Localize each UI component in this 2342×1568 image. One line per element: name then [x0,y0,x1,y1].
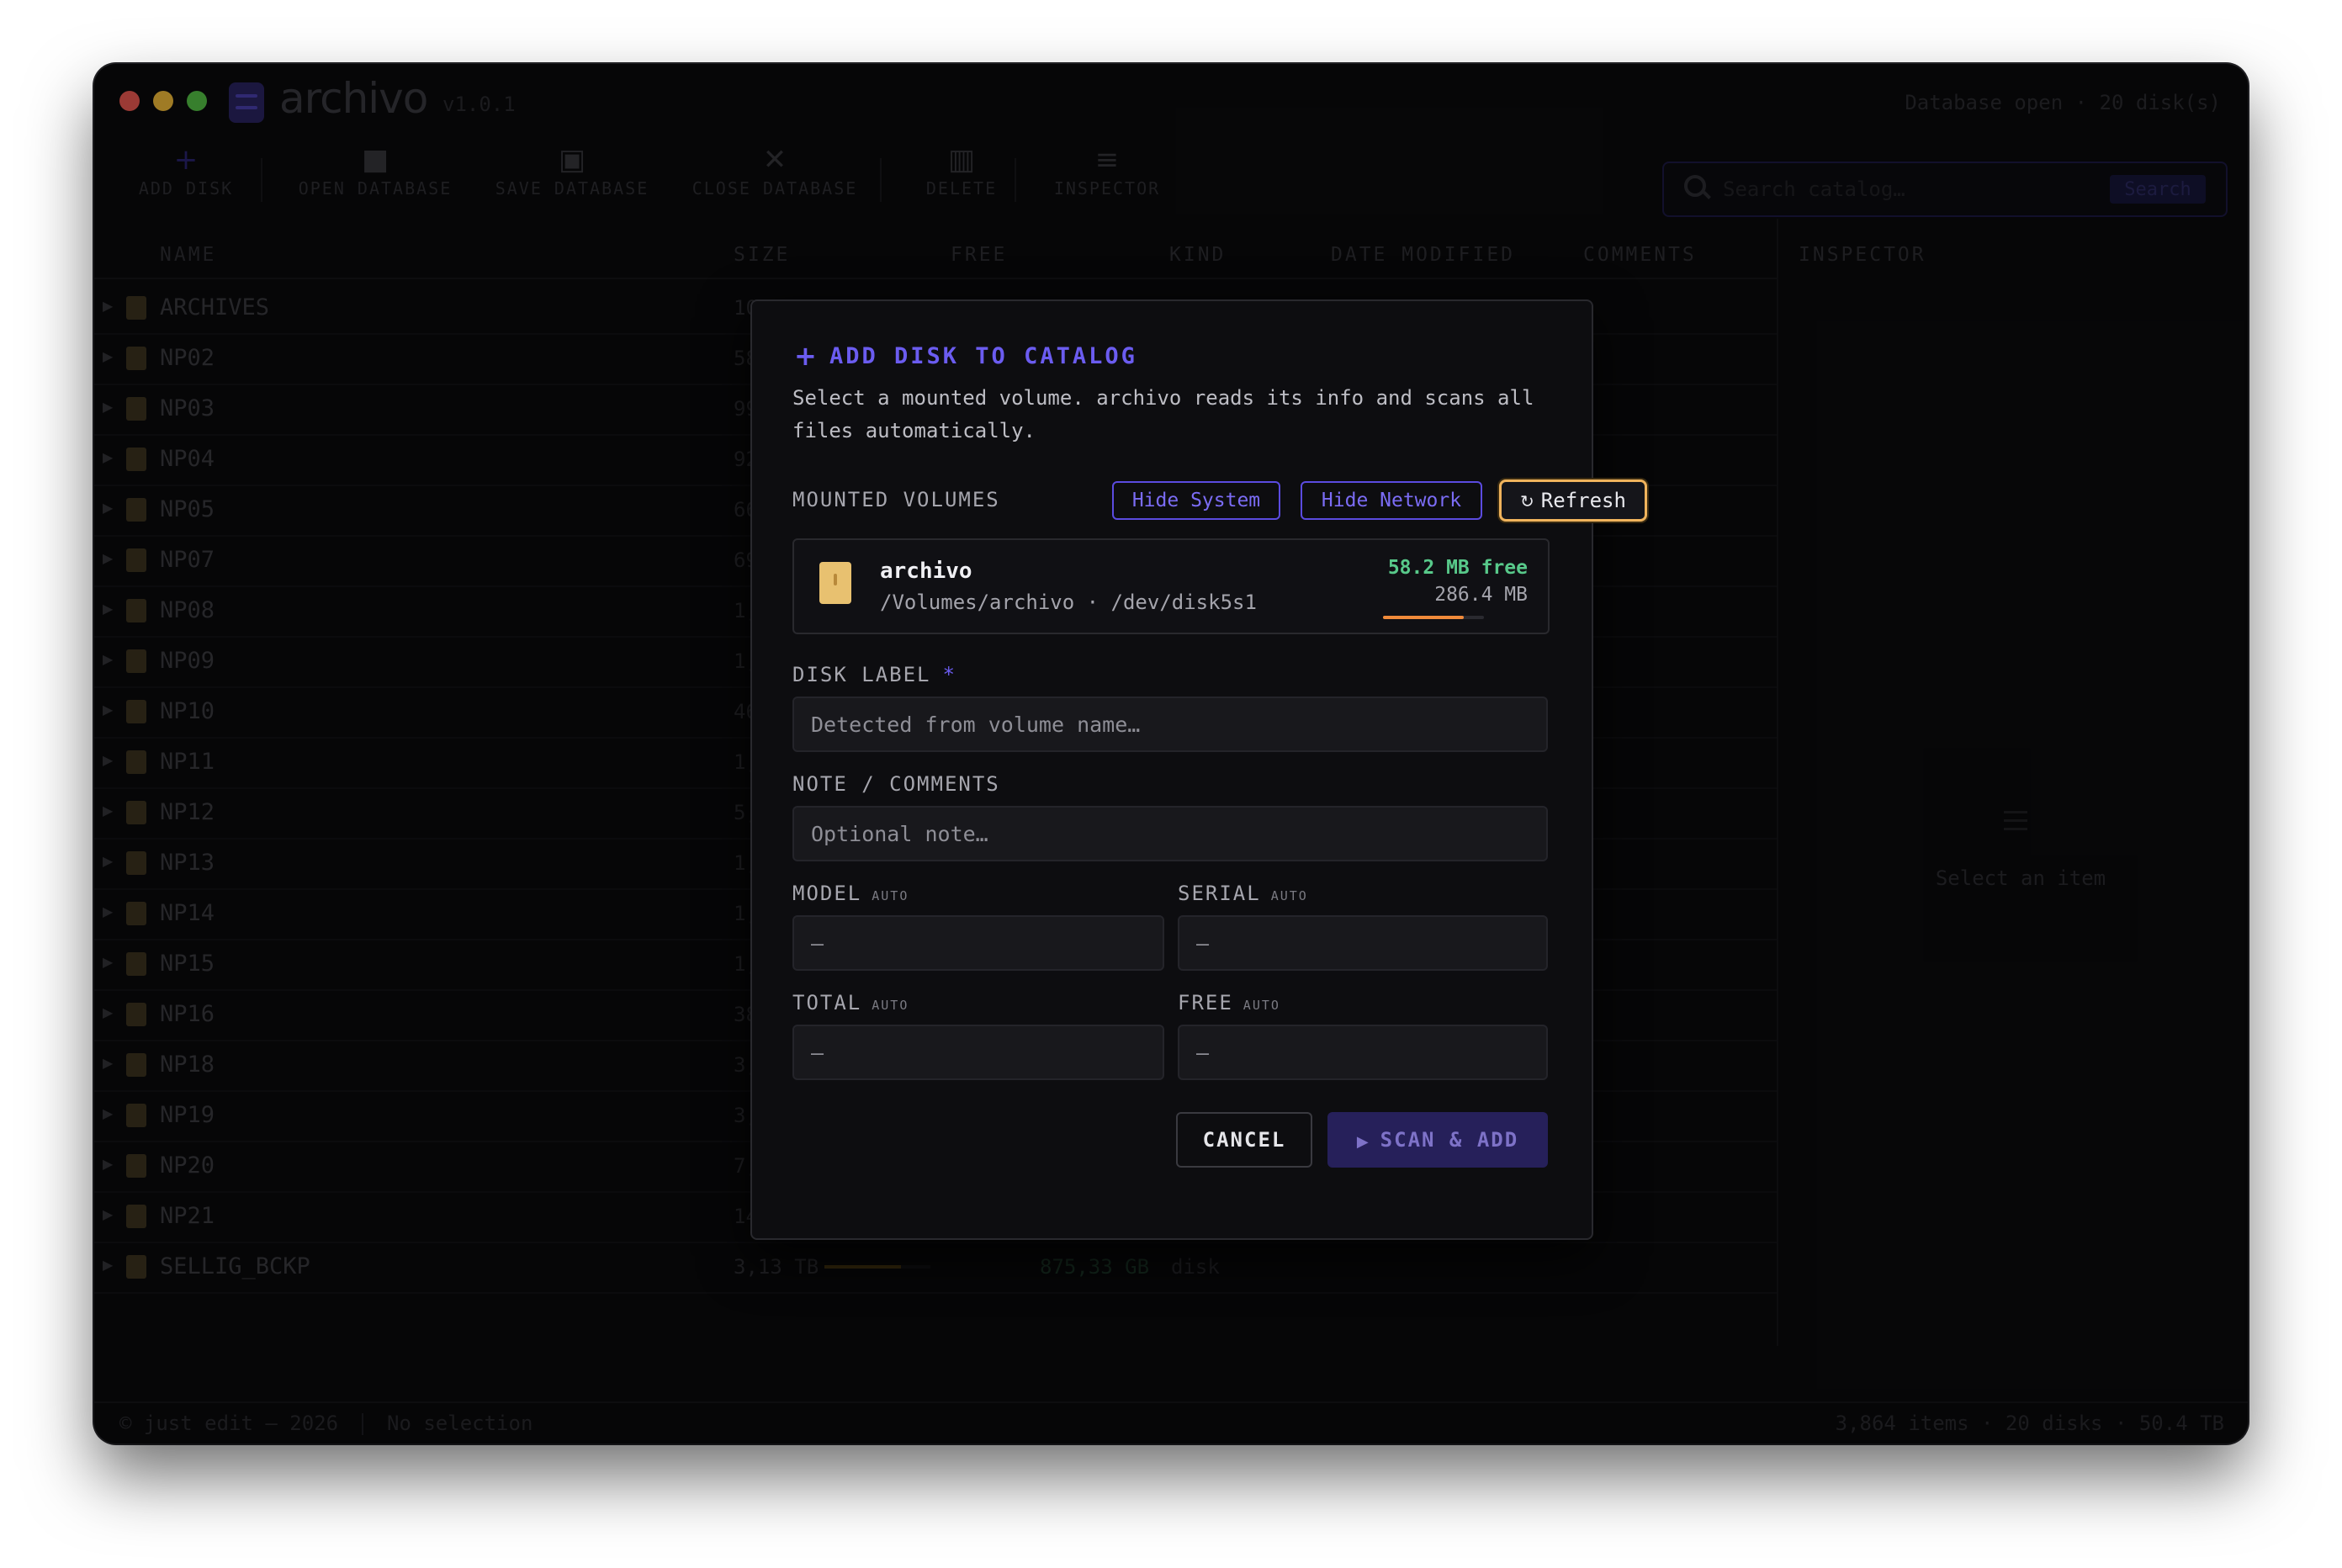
model-field[interactable] [792,915,1164,971]
volume-usage-fill [1383,616,1464,619]
dialog-description: Select a mounted volume. archivo reads i… [792,386,1534,442]
volume-name: archivo [880,559,972,584]
refresh-label: Refresh [1540,489,1626,512]
refresh-icon: ↻ [1520,491,1534,511]
serial-label: SERIAL AUTO [1178,882,1308,905]
add-disk-dialog: + ADD DISK TO CATALOG Select a mounted v… [750,299,1647,1240]
dialog-title: ADD DISK TO CATALOG [829,343,1137,369]
total-label: TOTAL AUTO [792,991,909,1014]
volume-free: 58.2 MB free [1387,557,1528,579]
volume-card[interactable]: archivo /Volumes/archivo · /dev/disk5s1 … [792,538,1550,634]
disk-label-label: DISK LABEL * [792,663,956,686]
refresh-button[interactable]: ↻ Refresh [1499,479,1647,522]
play-icon: ▶ [1356,1133,1370,1151]
mounted-volumes-label: MOUNTED VOLUMES [792,488,1000,511]
volume-total: 286.4 MB [1434,584,1528,606]
hide-network-button[interactable]: Hide Network [1301,481,1482,520]
auto-tag: AUTO [872,998,909,1013]
serial-field[interactable] [1178,915,1548,971]
cancel-button[interactable]: CANCEL [1176,1112,1312,1168]
scan-and-add-label: SCAN & ADD [1380,1128,1519,1152]
volume-path: /Volumes/archivo · /dev/disk5s1 [880,591,1257,614]
note-input[interactable] [792,806,1548,861]
app-window: archivo v1.0.1 Database open · 20 disk(s… [94,64,2248,1444]
drive-icon [819,562,851,604]
required-marker: * [942,663,956,686]
volume-usage-bar [1383,616,1484,619]
model-label: MODEL AUTO [792,882,909,905]
auto-tag: AUTO [1243,998,1280,1013]
free-label: FREE AUTO [1178,991,1280,1014]
auto-tag: AUTO [1270,888,1308,903]
hide-system-button[interactable]: Hide System [1112,481,1280,520]
disk-label-input[interactable] [792,697,1548,752]
plus-icon: + [794,340,817,372]
auto-tag: AUTO [872,888,909,903]
scan-and-add-button[interactable]: ▶ SCAN & ADD [1327,1112,1548,1168]
total-field[interactable] [792,1025,1164,1080]
note-label: NOTE / COMMENTS [792,772,1000,796]
free-field[interactable] [1178,1025,1548,1080]
